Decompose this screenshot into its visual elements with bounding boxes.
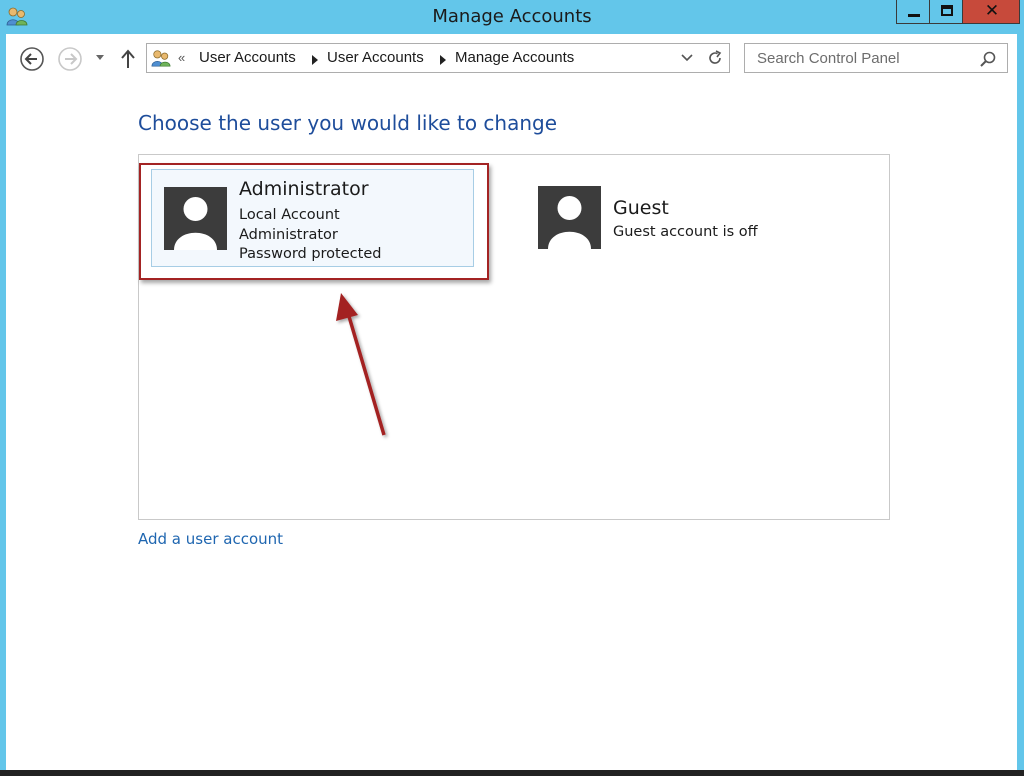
minimize-button[interactable]	[896, 0, 930, 24]
breadcrumb-overflow[interactable]: «	[178, 50, 185, 65]
window-bottom-edge	[0, 770, 1024, 776]
search-icon[interactable]	[979, 50, 997, 68]
breadcrumb-separator-icon[interactable]	[312, 55, 318, 65]
account-name: Guest	[613, 197, 669, 219]
breadcrumb-user-accounts-1[interactable]: User Accounts	[199, 49, 296, 66]
forward-arrow-icon[interactable]	[58, 47, 82, 71]
account-password-status: Password protected	[239, 246, 382, 262]
breadcrumb-manage-accounts[interactable]: Manage Accounts	[455, 49, 574, 66]
add-user-account-link[interactable]: Add a user account	[138, 530, 283, 548]
breadcrumb-user-accounts-2[interactable]: User Accounts	[327, 49, 424, 66]
user-accounts-icon	[151, 50, 171, 67]
user-avatar-icon	[164, 187, 227, 250]
maximize-icon	[941, 5, 953, 16]
up-arrow-icon[interactable]	[119, 48, 137, 70]
chevron-down-icon[interactable]	[680, 52, 694, 64]
account-tile-administrator[interactable]: Administrator Local Account Administrato…	[151, 169, 474, 267]
search-input[interactable]	[745, 44, 973, 72]
search-box[interactable]	[744, 43, 1008, 73]
window-title: Manage Accounts	[432, 6, 592, 27]
address-bar[interactable]: « User Accounts User Accounts Manage Acc…	[146, 43, 730, 73]
close-icon: ✕	[984, 1, 1000, 21]
back-arrow-icon[interactable]	[20, 47, 44, 71]
account-type: Local Account	[239, 207, 340, 223]
account-tile-guest[interactable]: Guest Guest account is off	[526, 169, 849, 267]
title-bar: Manage Accounts ✕	[0, 0, 1024, 34]
accounts-panel: Administrator Local Account Administrato…	[138, 154, 890, 520]
minimize-icon	[908, 14, 920, 17]
account-role: Administrator	[239, 227, 338, 243]
refresh-icon[interactable]	[706, 49, 724, 67]
maximize-button[interactable]	[929, 0, 963, 24]
chevron-down-icon[interactable]	[94, 51, 106, 63]
user-avatar-icon	[538, 186, 601, 249]
close-button[interactable]: ✕	[962, 0, 1020, 24]
account-status: Guest account is off	[613, 224, 758, 240]
manage-accounts-window: Manage Accounts ✕ « User Accounts User A…	[0, 0, 1024, 776]
breadcrumb-separator-icon[interactable]	[440, 55, 446, 65]
page-title: Choose the user you would like to change	[138, 111, 558, 135]
account-name: Administrator	[239, 178, 369, 200]
client-area: « User Accounts User Accounts Manage Acc…	[6, 34, 1017, 770]
